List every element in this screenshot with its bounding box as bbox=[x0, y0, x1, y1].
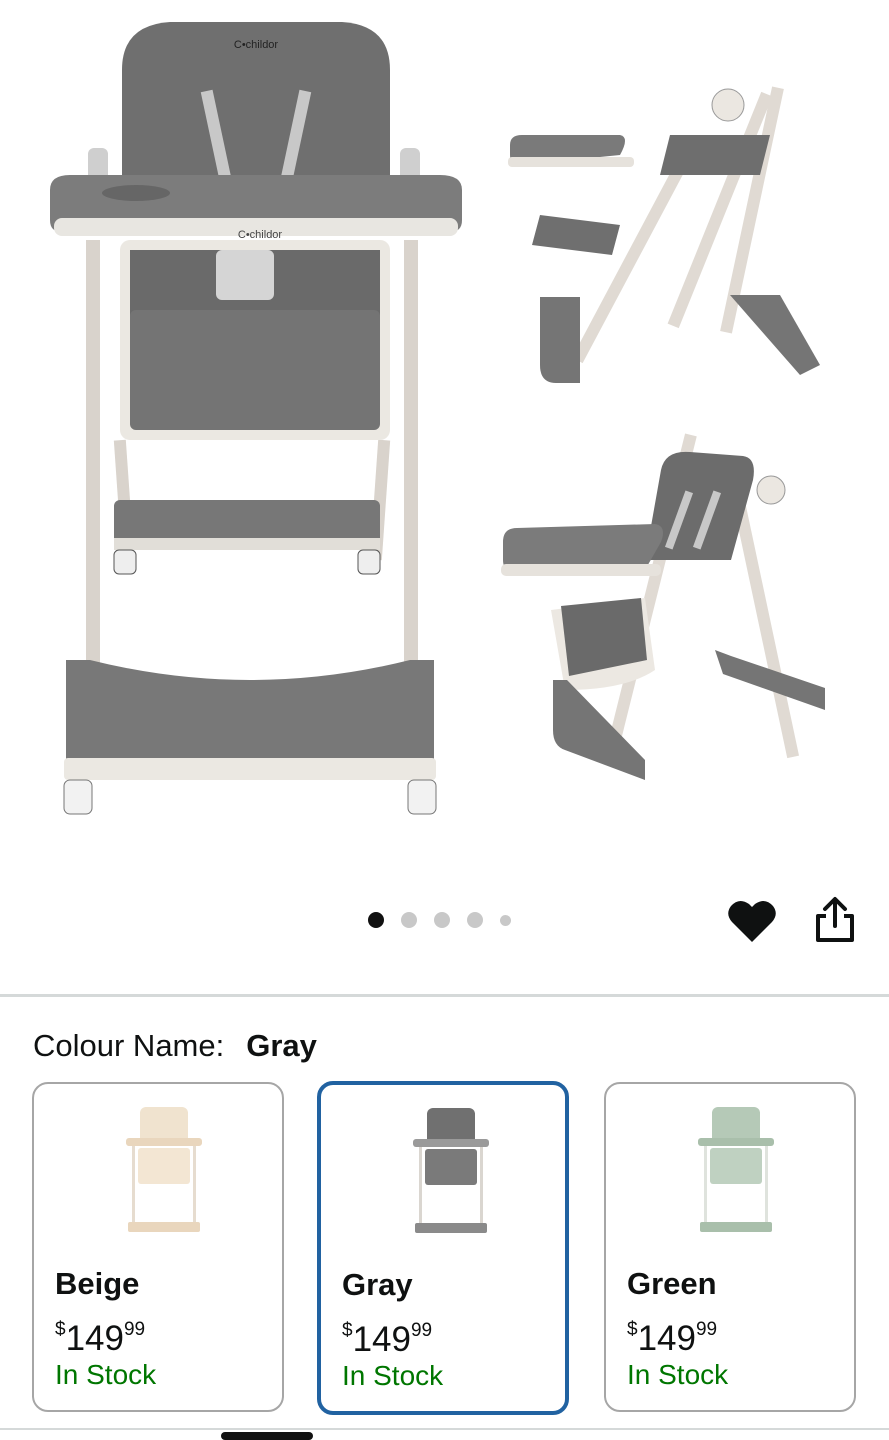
swatch-name: Beige bbox=[55, 1266, 140, 1301]
swatch-stock-status: In Stock bbox=[55, 1359, 157, 1390]
swatch-green[interactable]: Green $14999 In Stock bbox=[604, 1082, 856, 1412]
swatch-beige[interactable]: Beige $14999 In Stock bbox=[32, 1082, 284, 1412]
swatch-name: Gray bbox=[342, 1267, 413, 1302]
wishlist-button[interactable] bbox=[727, 898, 777, 944]
swatch-price: $14999 bbox=[55, 1319, 146, 1358]
brand-logo-text: C•childor bbox=[234, 39, 279, 51]
home-indicator bbox=[221, 1432, 313, 1440]
swatch-stock-status: In Stock bbox=[627, 1359, 729, 1390]
colour-name-value: Gray bbox=[246, 1028, 317, 1063]
swatch-price: $14999 bbox=[342, 1320, 433, 1359]
pagination-dot-1[interactable] bbox=[368, 912, 384, 928]
swatch-name: Green bbox=[627, 1266, 717, 1301]
section-divider bbox=[0, 994, 889, 997]
swatch-stock-status: In Stock bbox=[342, 1360, 444, 1391]
high-chair-reclined-image bbox=[501, 433, 825, 780]
pagination-dot-4[interactable] bbox=[467, 912, 483, 928]
image-pagination-dots[interactable] bbox=[368, 912, 511, 928]
pagination-dot-5[interactable] bbox=[500, 914, 511, 926]
swatch-price: $14999 bbox=[627, 1319, 718, 1358]
heart-icon bbox=[728, 900, 776, 942]
colour-name-label: Colour Name: bbox=[33, 1028, 225, 1063]
tray-logo-text: C•childor bbox=[238, 229, 283, 241]
swatch-thumbnail-beige bbox=[126, 1107, 202, 1232]
share-icon bbox=[816, 897, 854, 942]
product-image-gallery[interactable]: C•childor C•childor bbox=[0, 0, 889, 990]
pagination-dot-3[interactable] bbox=[434, 912, 450, 928]
bottom-divider bbox=[0, 1428, 889, 1430]
high-chair-front-image: C•childor C•childor bbox=[50, 22, 462, 815]
colour-name-row: Colour Name: Gray bbox=[33, 1028, 317, 1064]
swatch-gray[interactable]: Gray $14999 In Stock bbox=[317, 1081, 569, 1415]
share-button[interactable] bbox=[812, 896, 858, 944]
pagination-dot-2[interactable] bbox=[401, 912, 417, 928]
swatch-thumbnail-gray bbox=[413, 1108, 489, 1233]
swatch-thumbnail-green bbox=[698, 1107, 774, 1232]
high-chair-folded-image bbox=[508, 86, 820, 383]
